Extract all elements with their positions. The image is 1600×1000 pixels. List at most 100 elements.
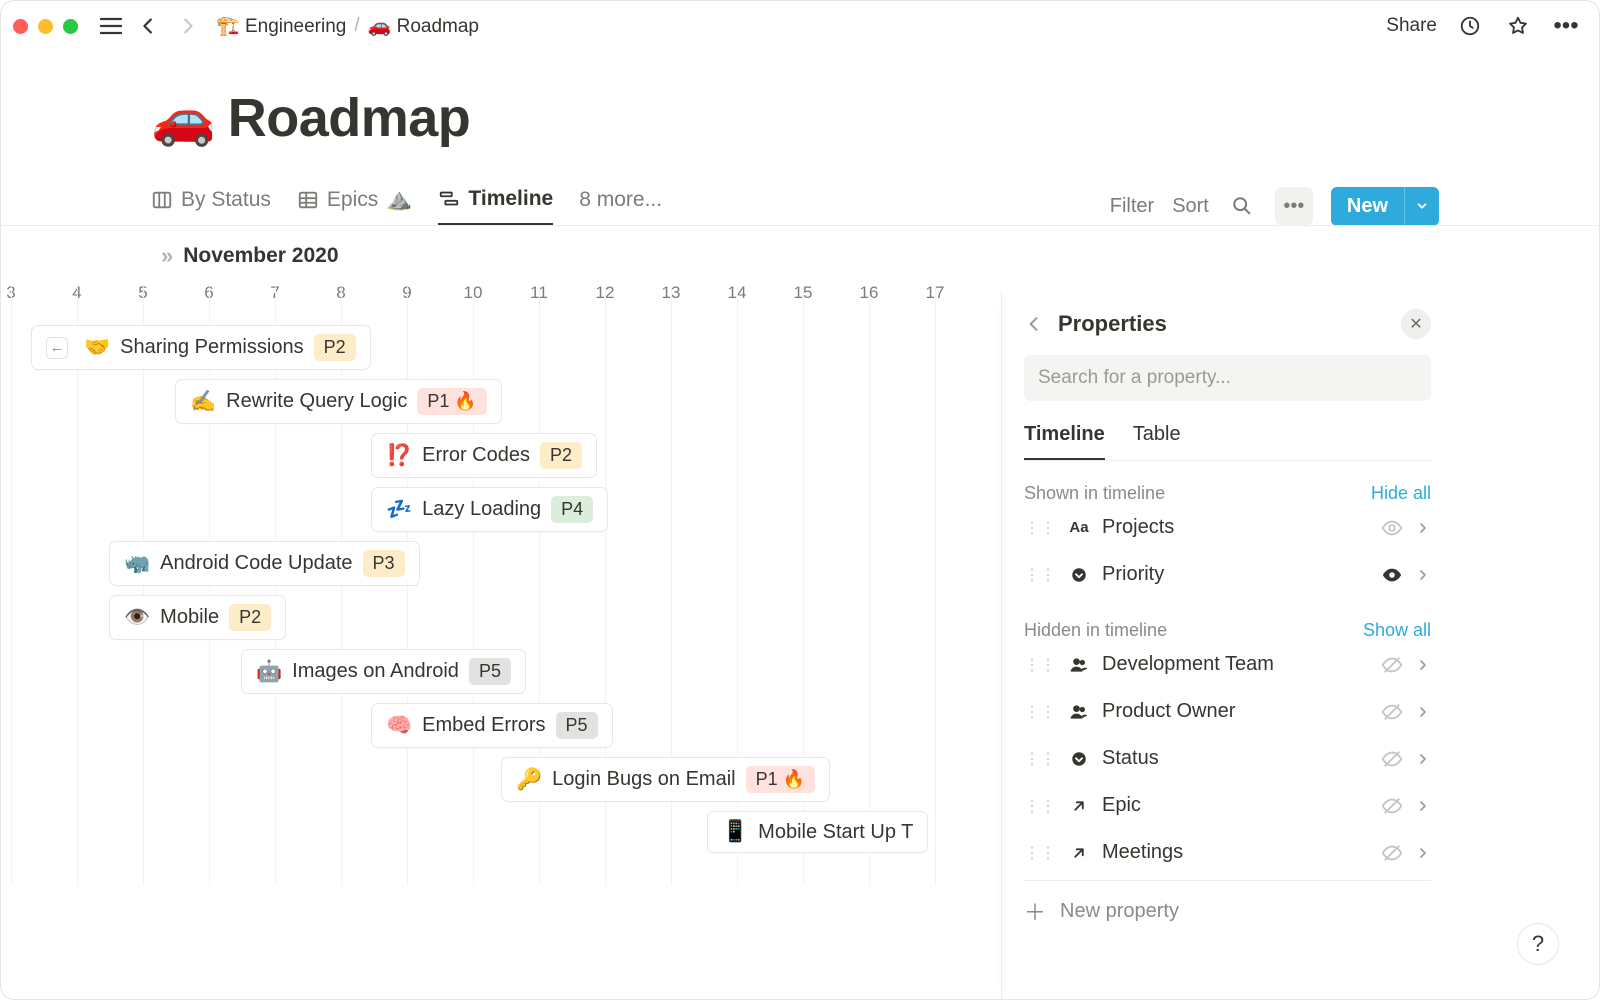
chevron-right-icon[interactable]	[1415, 704, 1431, 720]
property-row[interactable]: ⋮⋮ Epic	[1024, 782, 1431, 829]
properties-panel: Properties ✕ Timeline Table Shown in tim…	[1001, 291, 1449, 999]
nav-forward-icon[interactable]	[172, 11, 202, 41]
property-name: Development Team	[1102, 653, 1369, 676]
view-tab-timeline[interactable]: Timeline	[438, 187, 553, 225]
panel-back-icon[interactable]	[1024, 314, 1044, 334]
more-options-icon[interactable]: •••	[1551, 11, 1581, 41]
priority-tag: P5	[469, 658, 511, 685]
show-all-link[interactable]: Show all	[1363, 620, 1431, 641]
property-row[interactable]: ⋮⋮ Development Team	[1024, 641, 1431, 688]
card-emoji-icon: 🦏	[124, 552, 150, 576]
visibility-toggle-icon[interactable]	[1381, 701, 1403, 723]
panel-tabs: Timeline Table	[1024, 423, 1431, 461]
plus-icon: ＋	[1024, 895, 1046, 927]
filter-button[interactable]: Filter	[1110, 195, 1154, 218]
timeline-view-icon	[438, 188, 460, 210]
drag-handle-icon[interactable]: ⋮⋮	[1024, 655, 1056, 675]
share-button[interactable]: Share	[1386, 15, 1437, 37]
visibility-toggle-icon[interactable]	[1381, 748, 1403, 770]
drag-handle-icon[interactable]: ⋮⋮	[1024, 702, 1056, 722]
property-name: Epic	[1102, 794, 1369, 817]
timeline-card[interactable]: 🧠Embed ErrorsP5	[371, 703, 613, 748]
property-search-input[interactable]	[1024, 355, 1431, 401]
page-title-row: 🚗 Roadmap	[151, 87, 1599, 149]
card-emoji-icon: 🧠	[386, 714, 412, 738]
timeline-card[interactable]: 🦏Android Code UpdateP3	[109, 541, 420, 586]
nav-back-icon[interactable]	[134, 11, 164, 41]
property-row[interactable]: ⋮⋮AaProjects	[1024, 504, 1431, 551]
chevron-right-icon[interactable]	[1415, 798, 1431, 814]
property-row[interactable]: ⋮⋮Priority	[1024, 551, 1431, 598]
favorite-star-icon[interactable]	[1503, 11, 1533, 41]
property-row[interactable]: ⋮⋮ Status	[1024, 735, 1431, 782]
timeline-card[interactable]: ⁉️Error CodesP2	[371, 433, 597, 478]
priority-tag: P1 🔥	[417, 388, 486, 415]
topbar-right: Share •••	[1386, 11, 1581, 41]
maximize-window-dot[interactable]	[63, 19, 78, 34]
card-title: Error Codes	[422, 444, 530, 467]
chevron-right-icon[interactable]	[1415, 520, 1431, 536]
drag-handle-icon[interactable]: ⋮⋮	[1024, 749, 1056, 769]
sidebar-toggle-icon[interactable]	[96, 11, 126, 41]
priority-tag: P2	[229, 604, 271, 631]
timeline-card[interactable]: 👁️MobileP2	[109, 595, 286, 640]
timeline-card[interactable]: ←🤝Sharing PermissionsP2	[31, 325, 371, 370]
card-emoji-icon: 🤝	[84, 336, 110, 360]
visibility-toggle-icon[interactable]	[1381, 654, 1403, 676]
card-title: Login Bugs on Email	[552, 768, 735, 791]
visibility-toggle-icon[interactable]	[1381, 564, 1403, 586]
chevron-right-icon[interactable]	[1415, 845, 1431, 861]
property-row[interactable]: ⋮⋮ Product Owner	[1024, 688, 1431, 735]
view-options-button[interactable]: •••	[1275, 187, 1313, 225]
updates-clock-icon[interactable]	[1455, 11, 1485, 41]
priority-tag: P1 🔥	[746, 766, 815, 793]
hide-all-link[interactable]: Hide all	[1371, 483, 1431, 504]
table-view-icon	[297, 189, 319, 211]
collapse-arrow-icon[interactable]: ←	[46, 337, 68, 359]
timeline-card[interactable]: 🤖Images on AndroidP5	[241, 649, 526, 694]
visibility-toggle-icon[interactable]	[1381, 517, 1403, 539]
page-emoji-icon[interactable]: 🚗	[151, 88, 216, 149]
card-emoji-icon: 🤖	[256, 660, 282, 684]
close-window-dot[interactable]	[13, 19, 28, 34]
priority-tag: P5	[556, 712, 598, 739]
view-tab-by-status[interactable]: By Status	[151, 188, 271, 224]
drag-handle-icon[interactable]: ⋮⋮	[1024, 796, 1056, 816]
visibility-toggle-icon[interactable]	[1381, 795, 1403, 817]
property-row[interactable]: ⋮⋮Meetings	[1024, 829, 1431, 876]
visibility-toggle-icon[interactable]	[1381, 842, 1403, 864]
chevron-right-icon[interactable]	[1415, 657, 1431, 673]
property-type-icon	[1068, 797, 1090, 815]
breadcrumb-item-roadmap[interactable]: 🚗 Roadmap	[368, 14, 479, 38]
chevron-right-icon[interactable]	[1415, 567, 1431, 583]
panel-tab-timeline[interactable]: Timeline	[1024, 423, 1105, 460]
timeline-card[interactable]: ✍️Rewrite Query LogicP1 🔥	[175, 379, 502, 424]
timeline-card[interactable]: 📱Mobile Start Up T	[707, 811, 928, 853]
chevron-down-icon[interactable]	[1405, 191, 1439, 221]
timeline-card[interactable]: 💤Lazy LoadingP4	[371, 487, 608, 532]
drag-handle-icon[interactable]: ⋮⋮	[1024, 518, 1056, 538]
sort-button[interactable]: Sort	[1172, 195, 1209, 218]
chevron-right-icon[interactable]: »	[161, 243, 173, 269]
timeline-card[interactable]: 🔑Login Bugs on EmailP1 🔥	[501, 757, 830, 802]
help-button[interactable]: ?	[1517, 923, 1559, 965]
view-tab-epics[interactable]: Epics ⛰️	[297, 188, 413, 224]
chevron-right-icon[interactable]	[1415, 751, 1431, 767]
new-property-button[interactable]: ＋ New property	[1024, 880, 1431, 945]
drag-handle-icon[interactable]: ⋮⋮	[1024, 565, 1056, 585]
breadcrumb-item-engineering[interactable]: 🏗️ Engineering	[216, 14, 346, 38]
page-title[interactable]: Roadmap	[228, 87, 471, 149]
property-name: Status	[1102, 747, 1369, 770]
panel-close-icon[interactable]: ✕	[1401, 309, 1431, 339]
drag-handle-icon[interactable]: ⋮⋮	[1024, 843, 1056, 863]
view-tab-more[interactable]: 8 more...	[579, 188, 662, 224]
card-title: Android Code Update	[160, 552, 352, 575]
window-traffic-lights	[13, 19, 78, 34]
search-icon[interactable]	[1227, 191, 1257, 221]
minimize-window-dot[interactable]	[38, 19, 53, 34]
panel-tab-table[interactable]: Table	[1133, 423, 1181, 460]
new-button[interactable]: New	[1331, 187, 1439, 226]
property-name: Product Owner	[1102, 700, 1369, 723]
car-icon: 🚗	[368, 16, 392, 37]
panel-title: Properties	[1058, 311, 1167, 337]
